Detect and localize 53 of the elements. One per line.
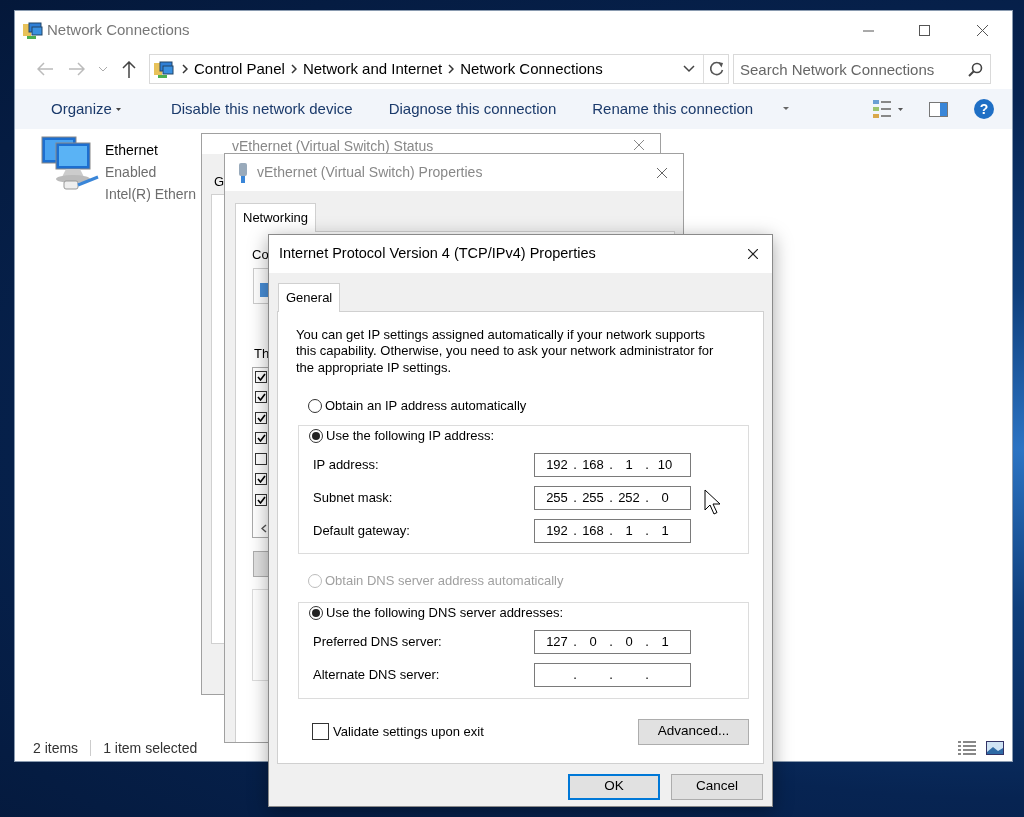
dot-separator: . <box>572 489 578 507</box>
device-name: Intel(R) Ethern <box>105 185 197 204</box>
window-title: Network Connections <box>47 19 190 40</box>
checkbox-label: Validate settings upon exit <box>333 722 484 741</box>
field-label: IP address: <box>313 456 379 474</box>
dot-separator: . <box>608 633 614 652</box>
radio-label: Use the following DNS server addresses: <box>326 604 563 622</box>
dot-separator: . <box>608 666 614 685</box>
field-label: Subnet mask: <box>313 489 393 507</box>
selection-count: 1 item selected <box>103 738 198 758</box>
connection-name: Ethernet <box>105 141 159 160</box>
octet-text: 1 <box>624 522 634 540</box>
dot-separator: . <box>644 456 650 474</box>
field-label: Default gateway: <box>313 522 410 540</box>
radio-label: Obtain an IP address automatically <box>325 397 527 415</box>
item-count: 2 items <box>33 738 79 758</box>
octet-text: 10 <box>656 456 674 474</box>
dot-separator: . <box>644 489 650 507</box>
field-label: Co <box>252 246 269 262</box>
window-title: vEthernet (Virtual Switch) Properties <box>257 163 483 182</box>
dot-separator: . <box>572 522 578 540</box>
octet-text: 1 <box>624 456 634 474</box>
window-title: vEthernet (Virtual Switch) Status <box>232 137 434 156</box>
octet-text: 192 <box>545 456 569 474</box>
radio-label: Obtain DNS server address automatically <box>325 572 564 591</box>
octet-text: 0 <box>660 489 670 507</box>
octet-text: 168 <box>581 522 605 540</box>
octet-text: 127 <box>545 633 569 652</box>
field-label: Th <box>254 346 270 361</box>
octet-text: 1 <box>660 522 670 540</box>
field-label: Alternate DNS server: <box>313 666 440 685</box>
octet-text: 168 <box>581 456 605 474</box>
octet-text: 0 <box>624 633 634 652</box>
octet-text: 255 <box>545 489 569 507</box>
dot-separator: . <box>572 633 578 652</box>
connection-status: Enabled <box>105 163 158 182</box>
dot-separator: . <box>608 489 614 507</box>
window-title: Internet Protocol Version 4 (TCP/IPv4) Properties <box>279 244 596 264</box>
dot-separator: . <box>572 456 578 474</box>
radio-label: Use the following IP address: <box>326 426 495 445</box>
dot-separator: . <box>572 666 578 685</box>
octet-text: 255 <box>581 489 605 507</box>
octet-text: 192 <box>545 522 569 540</box>
dot-separator: . <box>608 522 614 540</box>
octet-text: 0 <box>588 633 598 652</box>
dot-separator: . <box>608 456 614 474</box>
field-label: Preferred DNS server: <box>313 633 442 652</box>
dot-separator: . <box>644 666 650 685</box>
octet-text: 252 <box>617 489 641 507</box>
dot-separator: . <box>644 522 650 540</box>
intro-text: You can get IP settings assigned automatically if your network supports this capability. Otherwise, you need to ask your network administrator for the appropriate IP settings. <box>296 326 715 376</box>
octet-text: 1 <box>660 633 670 652</box>
dot-separator: . <box>644 633 650 652</box>
